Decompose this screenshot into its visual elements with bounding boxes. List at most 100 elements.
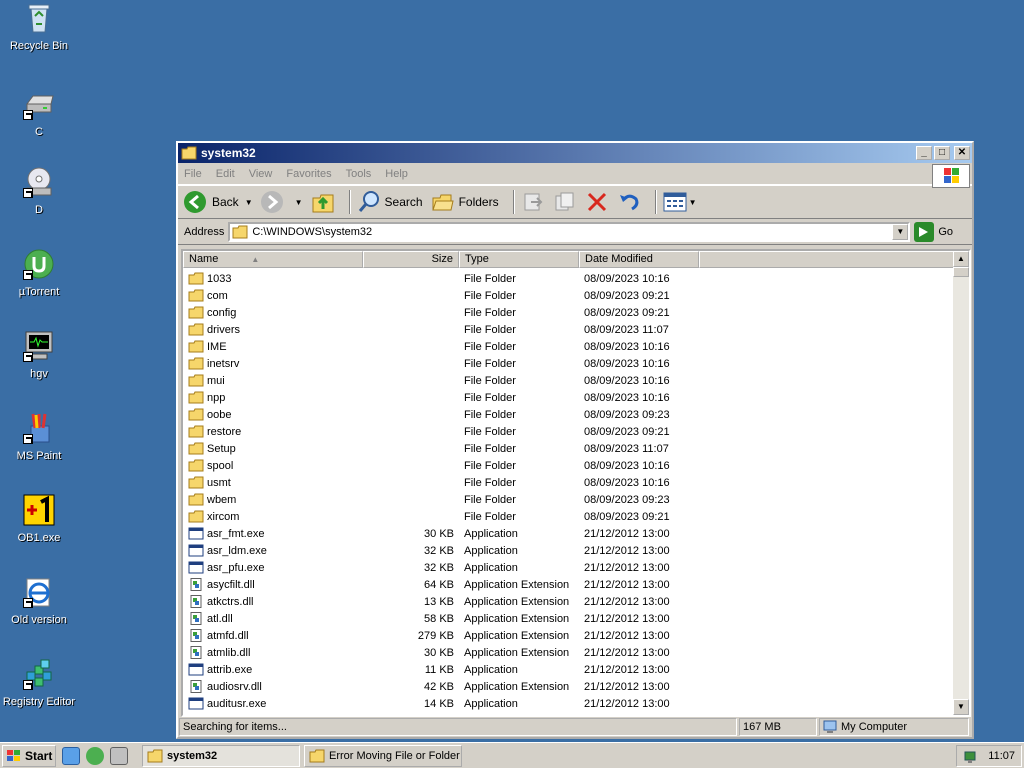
file-list[interactable]: Name ▲ Size Type Date Modified 1033 File … bbox=[181, 249, 971, 717]
column-header-size[interactable]: Size bbox=[363, 251, 459, 268]
go-arrow-icon bbox=[914, 221, 935, 242]
desktop-icon-ms-paint[interactable]: MS Paint bbox=[0, 412, 78, 462]
back-button[interactable]: Back ▼ bbox=[184, 191, 253, 213]
desktop-icon-hgv[interactable]: hgv bbox=[0, 330, 78, 380]
menu-view[interactable]: View bbox=[249, 168, 273, 180]
copy-to-button[interactable] bbox=[553, 190, 577, 214]
views-button[interactable]: ▼ bbox=[663, 191, 697, 213]
forward-button[interactable]: ▼ bbox=[260, 191, 303, 213]
file-name-cell: config bbox=[183, 306, 363, 319]
file-name-cell: Setup bbox=[183, 442, 363, 455]
menu-file[interactable]: File bbox=[184, 168, 202, 180]
table-row[interactable]: usmt File Folder 08/09/2023 10:16 bbox=[183, 474, 955, 491]
up-folder-button[interactable] bbox=[311, 190, 335, 214]
table-row[interactable]: config File Folder 08/09/2023 09:21 bbox=[183, 304, 955, 321]
folder-icon bbox=[232, 225, 248, 238]
table-row[interactable]: mui File Folder 08/09/2023 10:16 bbox=[183, 372, 955, 389]
table-row[interactable]: attrib.exe 11 KB Application 21/12/2012 13:… bbox=[183, 661, 955, 678]
shortcut-arrow-icon bbox=[23, 270, 33, 280]
desktop-icon-utorrent[interactable]: µTorrent bbox=[0, 248, 78, 298]
file-size: 32 KB bbox=[424, 544, 454, 557]
table-row[interactable]: atl.dll 58 KB Application Extension 21/12/2… bbox=[183, 610, 955, 627]
column-header-date-modified[interactable]: Date Modified bbox=[579, 251, 699, 268]
desktop-icon-c[interactable]: C bbox=[0, 88, 78, 138]
tray-network-icon[interactable] bbox=[963, 748, 979, 764]
menu-tools[interactable]: Tools bbox=[346, 168, 372, 180]
table-row[interactable]: spool File Folder 08/09/2023 10:16 bbox=[183, 457, 955, 474]
table-row[interactable]: IME File Folder 08/09/2023 10:16 bbox=[183, 338, 955, 355]
desktop-icon-d[interactable]: D bbox=[0, 166, 78, 216]
table-row[interactable]: oobe File Folder 08/09/2023 09:23 bbox=[183, 406, 955, 423]
table-row[interactable]: asr_fmt.exe 30 KB Application 21/12/2012 13… bbox=[183, 525, 955, 542]
vertical-scrollbar[interactable]: ▲ ▼ bbox=[953, 251, 969, 715]
menu-favorites[interactable]: Favorites bbox=[286, 168, 331, 180]
task-button-system32[interactable]: system32 bbox=[142, 744, 300, 767]
folder-icon bbox=[188, 306, 204, 319]
quicklaunch-tool-icon[interactable] bbox=[110, 746, 128, 765]
address-input[interactable]: C:\WINDOWS\system32 ▼ bbox=[228, 221, 911, 242]
maximize-button[interactable]: □ bbox=[934, 146, 950, 160]
table-row[interactable]: inetsrv File Folder 08/09/2023 10:16 bbox=[183, 355, 955, 372]
chevron-down-icon[interactable]: ▼ bbox=[689, 198, 697, 207]
clock[interactable]: 11:07 bbox=[988, 750, 1015, 762]
search-button[interactable]: Search bbox=[357, 190, 423, 214]
delete-button[interactable] bbox=[585, 190, 609, 214]
task-button-error-moving[interactable]: Error Moving File or Folder bbox=[304, 744, 462, 767]
file-rows: 1033 File Folder 08/09/2023 10:16 com File F… bbox=[183, 270, 955, 712]
table-row[interactable]: asr_ldm.exe 32 KB Application 21/12/2012 13… bbox=[183, 542, 955, 559]
folders-button[interactable]: Folders bbox=[431, 190, 499, 214]
file-date-modified: 08/09/2023 10:16 bbox=[584, 476, 670, 489]
scroll-up-button[interactable]: ▲ bbox=[953, 251, 969, 267]
folder-icon bbox=[188, 340, 204, 353]
table-row[interactable]: xircom File Folder 08/09/2023 09:21 bbox=[183, 508, 955, 525]
quicklaunch-utorrent-icon[interactable] bbox=[86, 746, 104, 765]
file-name: Setup bbox=[207, 442, 236, 455]
address-dropdown-button[interactable]: ▼ bbox=[892, 223, 909, 240]
menu-help[interactable]: Help bbox=[385, 168, 408, 180]
desktop-icon-label: OB1.exe bbox=[17, 532, 61, 544]
file-name-cell: atmfd.dll bbox=[183, 629, 363, 642]
quicklaunch-ie-icon[interactable] bbox=[62, 746, 80, 765]
file-type: File Folder bbox=[464, 272, 516, 285]
table-row[interactable]: wbem File Folder 08/09/2023 09:23 bbox=[183, 491, 955, 508]
move-to-button[interactable] bbox=[521, 190, 545, 214]
table-row[interactable]: auditusr.exe 14 KB Application 21/12/2012 1… bbox=[183, 695, 955, 712]
table-row[interactable]: com File Folder 08/09/2023 09:21 bbox=[183, 287, 955, 304]
column-header-empty bbox=[699, 251, 957, 268]
chevron-down-icon[interactable]: ▼ bbox=[245, 198, 253, 207]
table-row[interactable]: npp File Folder 08/09/2023 10:16 bbox=[183, 389, 955, 406]
minimize-button[interactable]: _ bbox=[916, 146, 932, 160]
file-name-cell: 1033 bbox=[183, 272, 363, 285]
table-row[interactable]: 1033 File Folder 08/09/2023 10:16 bbox=[183, 270, 955, 287]
scroll-down-button[interactable]: ▼ bbox=[953, 699, 969, 715]
go-button[interactable]: Go bbox=[914, 221, 953, 242]
desktop-icon-ob1[interactable]: OB1.exe bbox=[0, 494, 78, 544]
desktop-icon-old-version[interactable]: Old version bbox=[0, 576, 78, 626]
start-button[interactable]: Start bbox=[2, 744, 56, 767]
table-row[interactable]: drivers File Folder 08/09/2023 11:07 bbox=[183, 321, 955, 338]
chevron-down-icon[interactable]: ▼ bbox=[295, 198, 303, 207]
file-type: Application Extension bbox=[464, 680, 570, 693]
application-icon bbox=[188, 561, 204, 574]
table-row[interactable]: restore File Folder 08/09/2023 09:21 bbox=[183, 423, 955, 440]
undo-button[interactable] bbox=[617, 190, 641, 214]
table-row[interactable]: atmlib.dll 30 KB Application Extension 21/1… bbox=[183, 644, 955, 661]
menu-edit[interactable]: Edit bbox=[216, 168, 235, 180]
table-row[interactable]: asr_pfu.exe 32 KB Application 21/12/2012 13… bbox=[183, 559, 955, 576]
table-row[interactable]: atmfd.dll 279 KB Application Extension 21/1… bbox=[183, 627, 955, 644]
title-bar[interactable]: system32 _ □ ✕ bbox=[178, 143, 972, 163]
table-row[interactable]: Setup File Folder 08/09/2023 11:07 bbox=[183, 440, 955, 457]
forward-arrow-icon bbox=[260, 191, 283, 213]
file-type: File Folder bbox=[464, 289, 516, 302]
column-header-name[interactable]: Name ▲ bbox=[183, 251, 363, 268]
table-row[interactable]: audiosrv.dll 42 KB Application Extension 21… bbox=[183, 678, 955, 695]
column-header-type[interactable]: Type bbox=[459, 251, 579, 268]
desktop-icon-registry-editor[interactable]: Registry Editor bbox=[0, 658, 78, 708]
search-label: Search bbox=[384, 195, 423, 209]
scroll-thumb[interactable] bbox=[953, 267, 969, 277]
table-row[interactable]: asycfilt.dll 64 KB Application Extension 21… bbox=[183, 576, 955, 593]
file-name: atmlib.dll bbox=[207, 646, 251, 659]
desktop-icon-recycle-bin[interactable]: Recycle Bin bbox=[0, 2, 78, 52]
table-row[interactable]: atkctrs.dll 13 KB Application Extension 21/… bbox=[183, 593, 955, 610]
close-button[interactable]: ✕ bbox=[954, 146, 970, 160]
